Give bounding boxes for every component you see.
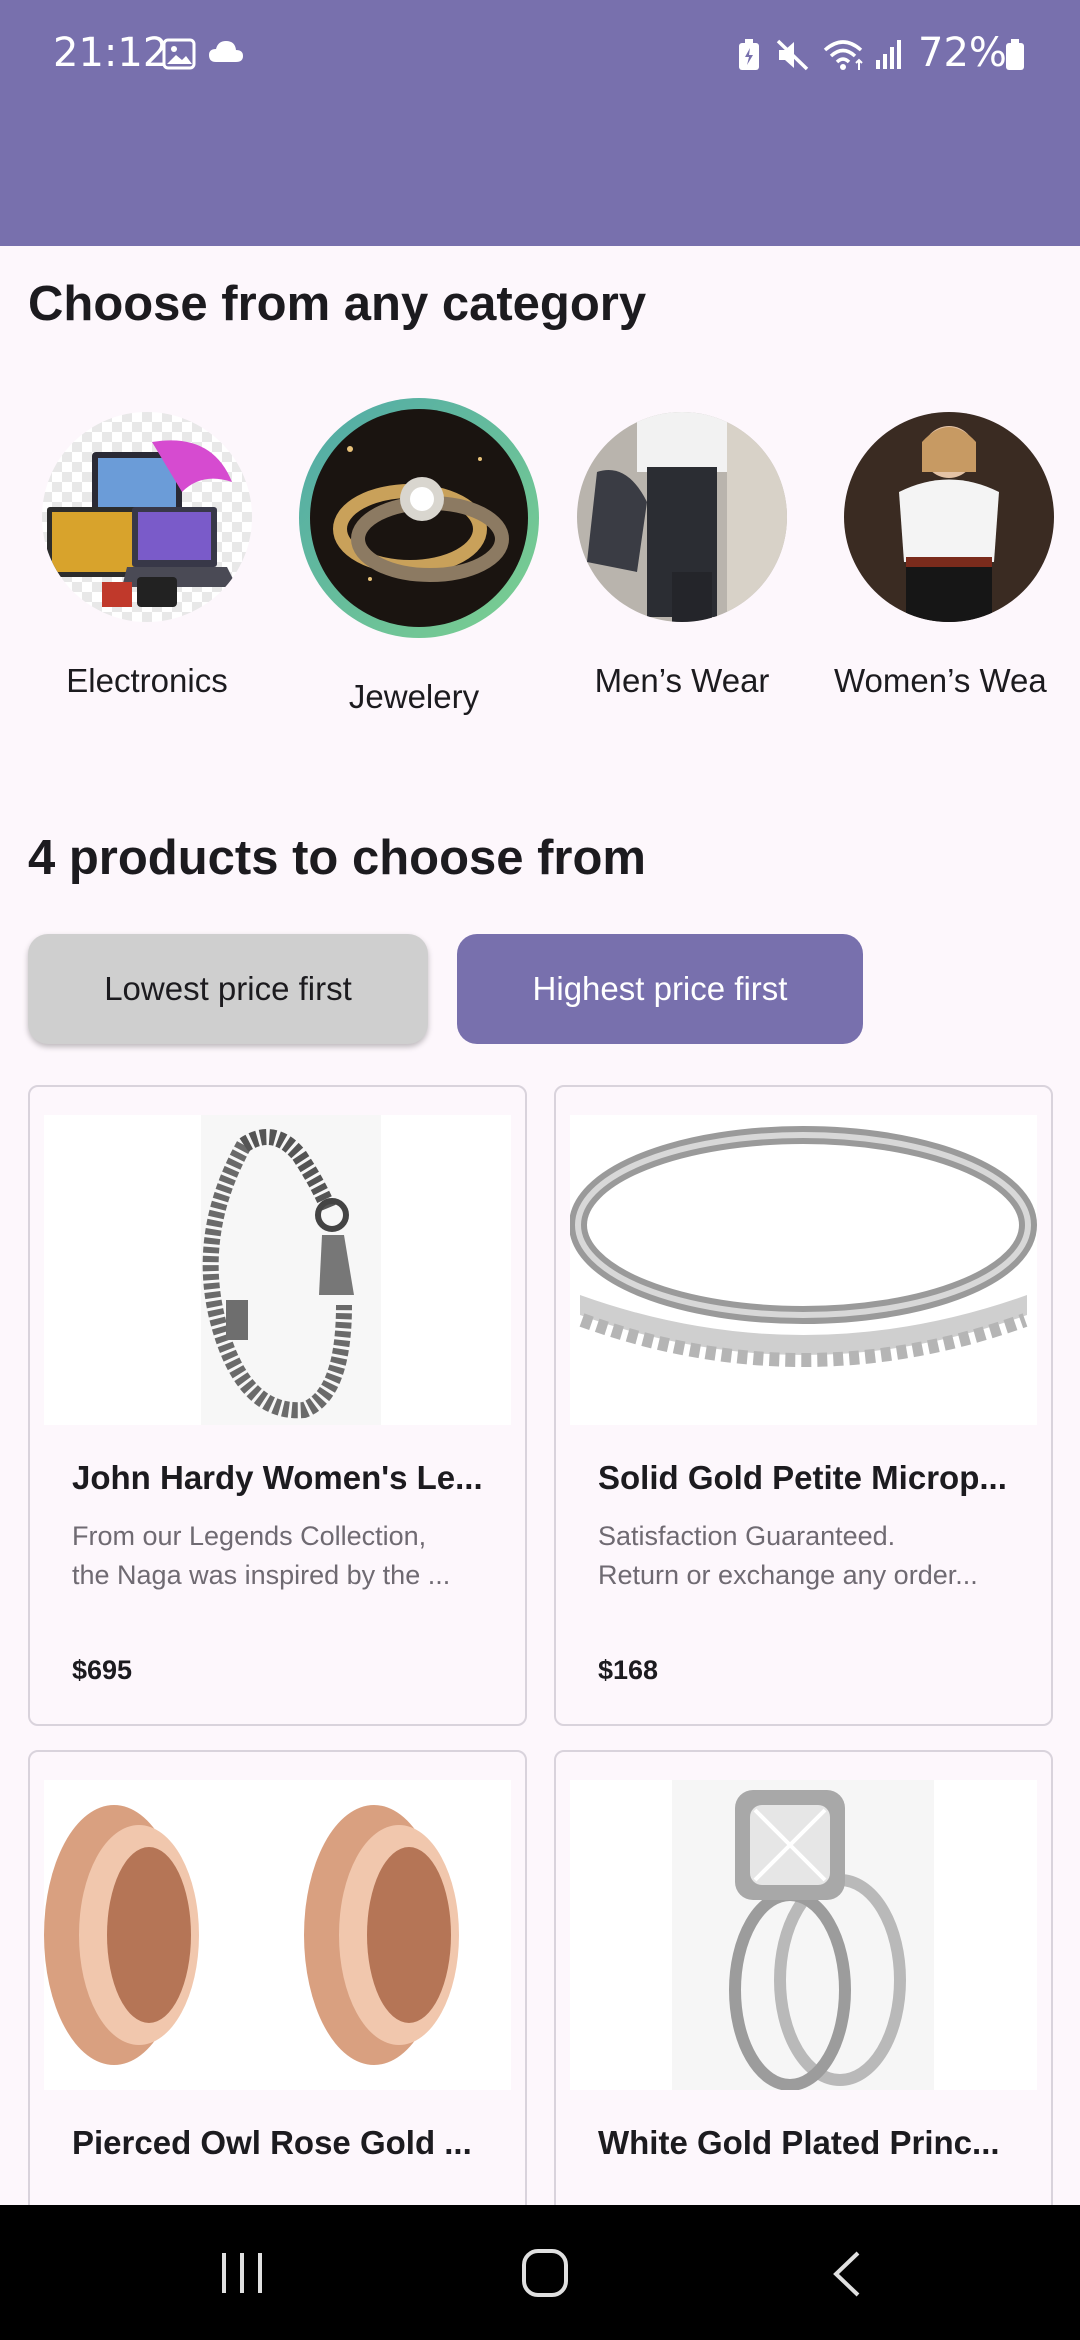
gallery-icon [162,38,196,75]
category-label: Electronics [66,662,228,699]
womens-wear-image [844,412,1054,622]
signal-icon [874,38,904,75]
product-price: $168 [598,1655,659,1685]
category-jewelery[interactable]: Jewelery [299,398,539,716]
category-label: Jewelery [348,678,480,715]
mens-wear-image [577,412,787,622]
product-image [44,1115,511,1425]
jewelery-image [310,409,528,627]
app-bar: 21:12 72% [0,0,1080,246]
description-line: From our Legends Collection, [72,1521,427,1551]
recent-apps-button[interactable] [218,2251,268,2300]
mute-icon [775,38,811,77]
product-price: $695 [72,1655,133,1685]
back-button[interactable] [830,2249,864,2304]
product-image [570,1115,1037,1425]
categories-heading: Choose from any category [28,277,647,331]
sort-lowest-price-button[interactable]: Lowest price first [28,934,428,1044]
status-bar: 21:12 72% [0,0,1080,110]
system-nav-bar [0,2205,1080,2340]
category-label: Men’s Wear [594,662,770,699]
product-title: Solid Gold Petite Microp... [598,1459,1007,1496]
product-image [570,1780,1037,2090]
product-card[interactable]: John Hardy Women's Le... From our Legend… [28,1085,527,1726]
battery-percent: 72% [918,30,1007,76]
selected-ring [299,398,539,638]
category-womens-wear[interactable]: Women’s Wea [834,400,1080,700]
product-description: Satisfaction Guaranteed. Return or excha… [598,1517,1018,1595]
product-title: Pierced Owl Rose Gold ... [72,2124,472,2161]
description-line: Satisfaction Guaranteed. [598,1521,896,1551]
battery-saver-icon [737,38,761,77]
product-card[interactable]: White Gold Plated Princ... [554,1750,1053,2254]
products-heading: 4 products to choose from [28,831,647,885]
description-line: Return or exchange any order... [598,1560,978,1590]
home-button[interactable] [521,2248,569,2303]
product-card[interactable]: Solid Gold Petite Microp... Satisfaction… [554,1085,1053,1726]
sort-highest-price-button[interactable]: Highest price first [457,934,863,1044]
wifi-icon [822,38,868,77]
cloud-icon [207,38,245,71]
category-mens-wear[interactable]: Men’s Wear [567,400,797,700]
product-card[interactable]: Pierced Owl Rose Gold ... [28,1750,527,2254]
product-image [44,1780,511,2090]
category-label: Women’s Wea [834,662,1047,699]
category-electronics[interactable]: Electronics [32,400,262,700]
product-title: John Hardy Women's Le... [72,1459,483,1496]
electronics-image [42,412,252,622]
status-time: 21:12 [53,30,169,76]
product-description: From our Legends Collection, the Naga wa… [72,1517,492,1595]
product-title: White Gold Plated Princ... [598,2124,1000,2161]
battery-icon [1004,38,1026,77]
description-line: the Naga was inspired by the ... [72,1560,451,1590]
